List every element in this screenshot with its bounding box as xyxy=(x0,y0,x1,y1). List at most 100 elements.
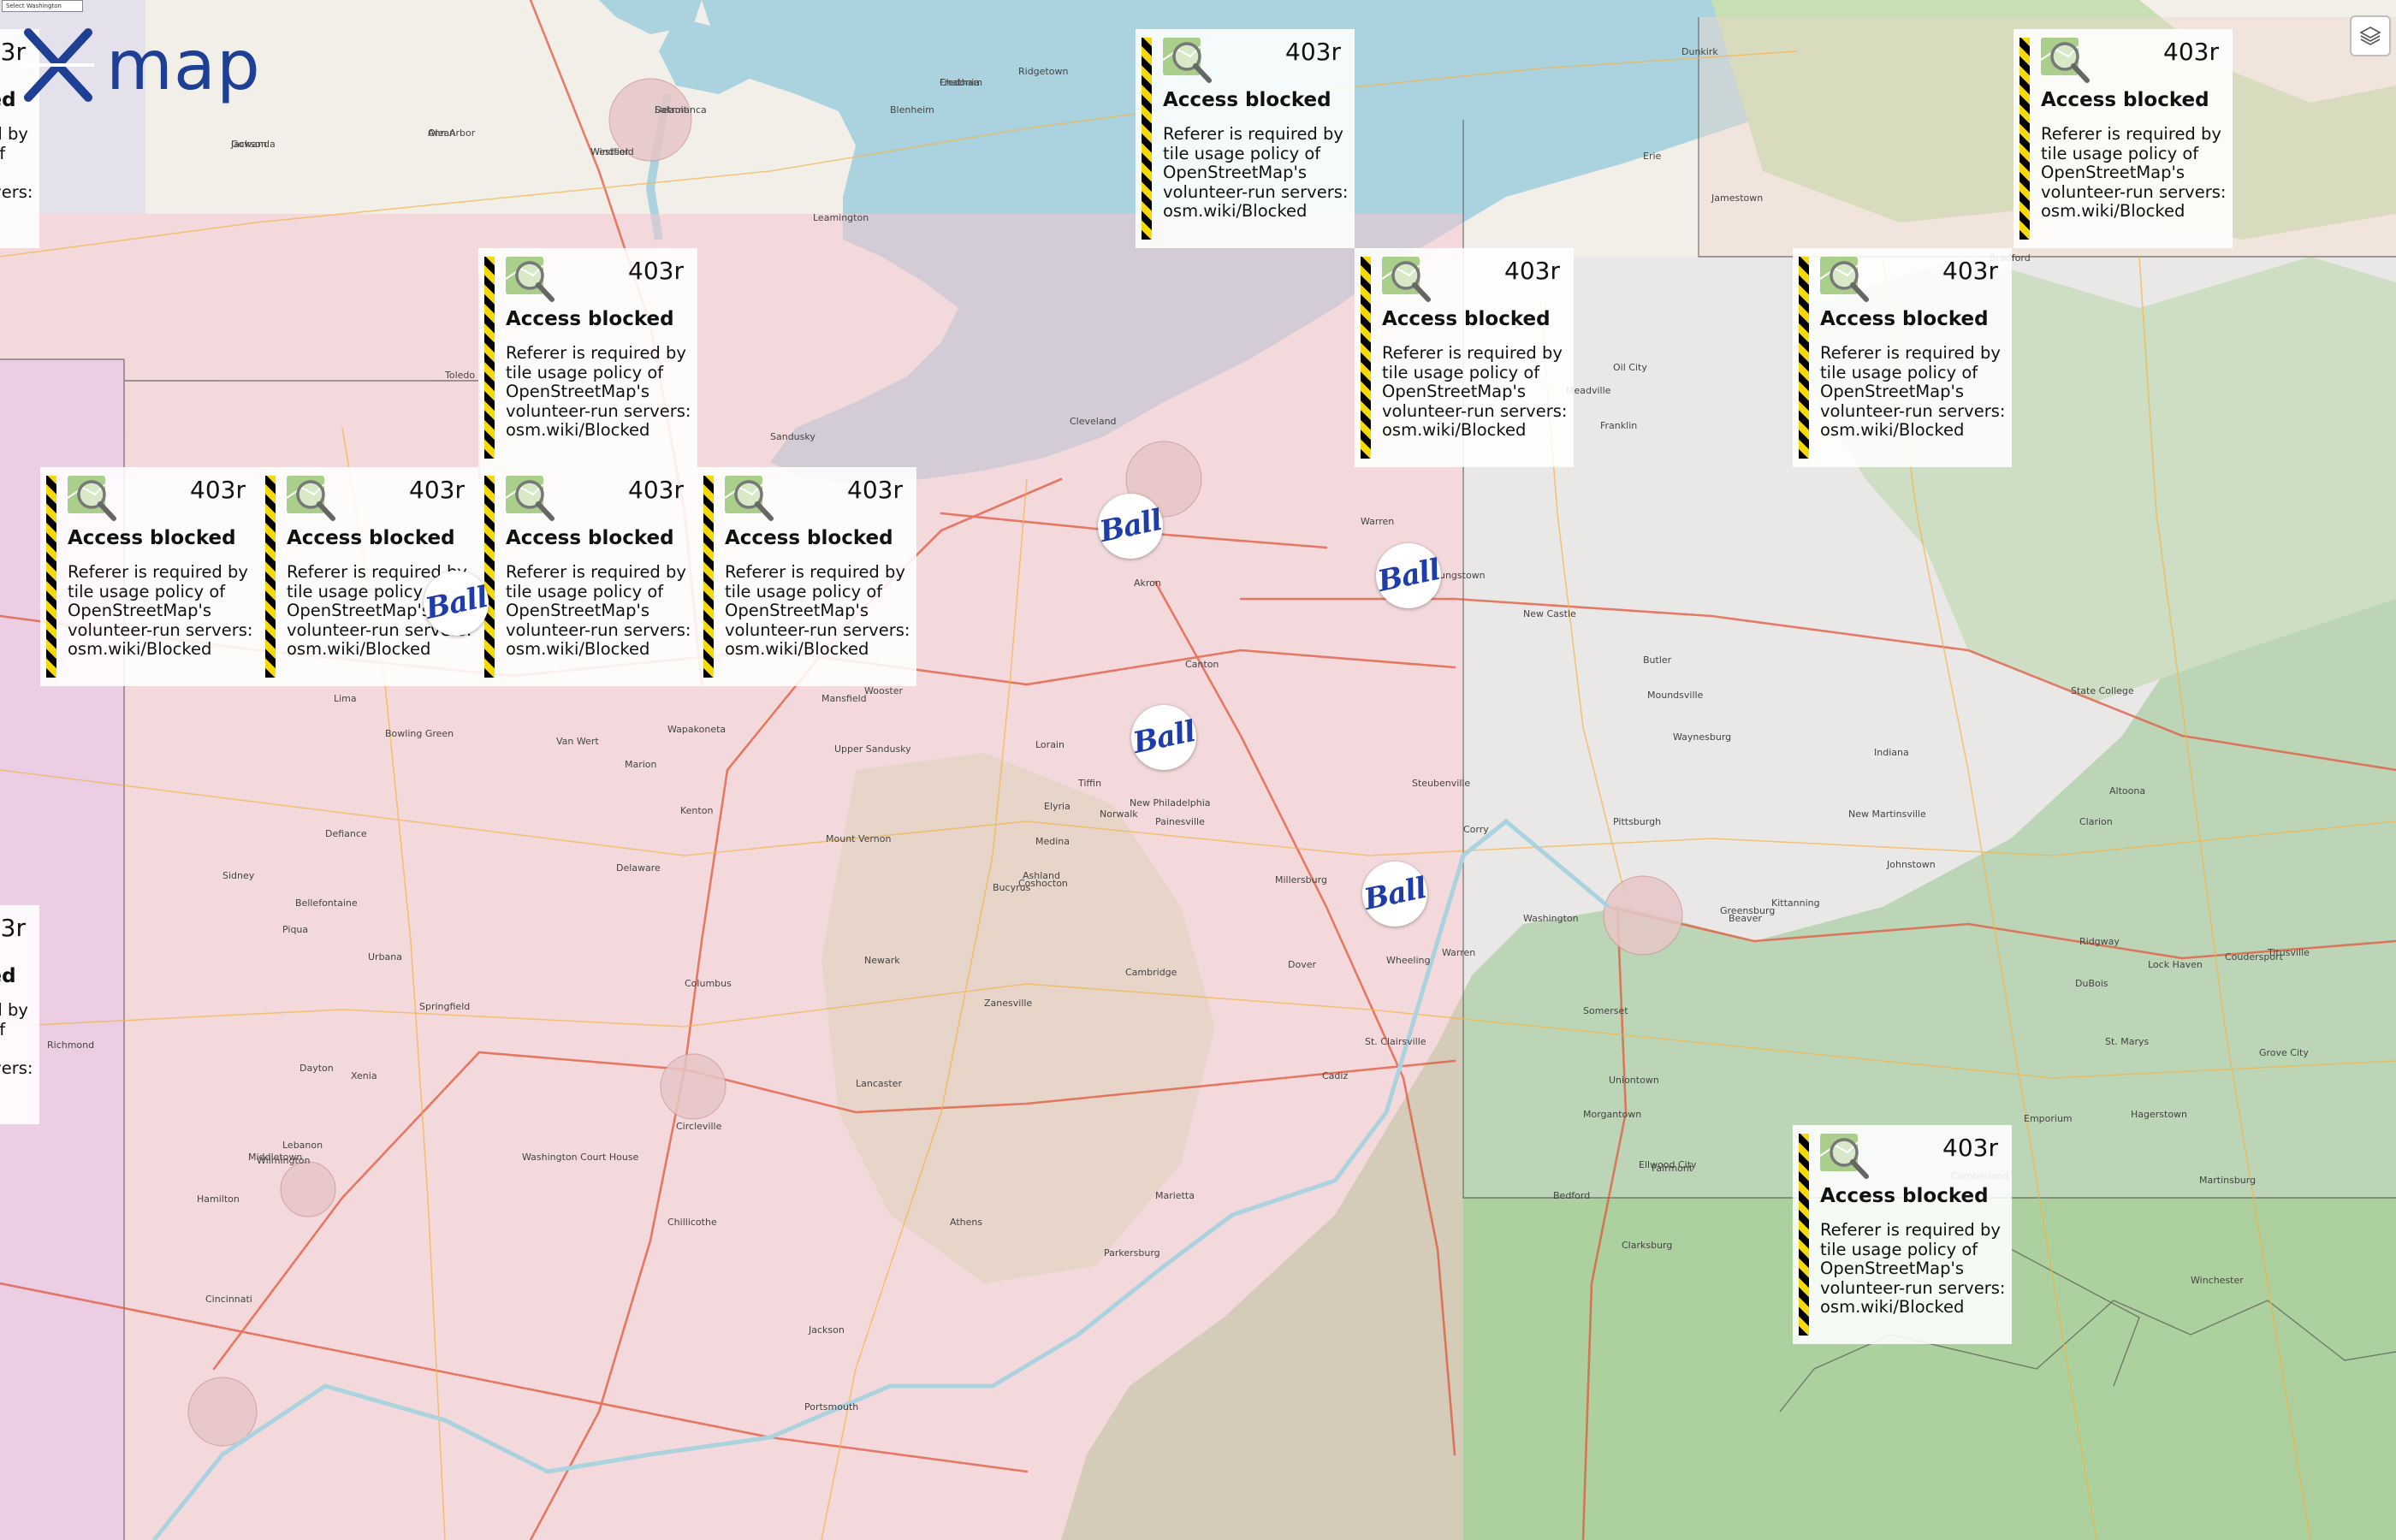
error-code: 403r xyxy=(0,914,26,942)
place-label: St. Clairsville xyxy=(1365,1035,1426,1047)
place-label: Defiance xyxy=(325,827,367,839)
hazard-stripe xyxy=(1799,257,1809,459)
place-label: Norwalk xyxy=(1100,808,1138,820)
place-label: Athens xyxy=(950,1217,983,1228)
place-label: Leamington xyxy=(813,211,869,223)
marker-logo-text: Ball xyxy=(1374,552,1443,600)
error-message: Referer is required by tile usage policy… xyxy=(0,1000,33,1078)
error-message: Referer is required by tile usage policy… xyxy=(68,562,253,659)
magnifier-map-icon xyxy=(1819,1134,1869,1179)
place-label: Clarksburg xyxy=(1622,1240,1673,1251)
hazard-stripe xyxy=(1142,38,1152,240)
place-label: Cincinnati xyxy=(205,1294,252,1305)
place-label: Fredonia xyxy=(940,77,981,88)
place-label: Cambridge xyxy=(1125,966,1177,978)
place-label: Springfield xyxy=(419,1001,471,1012)
place-label: Portsmouth xyxy=(804,1401,859,1413)
place-label: Lorain xyxy=(1035,739,1065,750)
location-marker[interactable]: Ball xyxy=(1374,543,1443,608)
tile-error: 403r Access blocked Referer is required … xyxy=(478,467,697,686)
error-code: 403r xyxy=(1504,257,1560,285)
mini-control[interactable]: Select Washington xyxy=(2,0,83,12)
place-label: Columbus xyxy=(685,978,732,989)
tile-error: 403r Access blocked Referer is required … xyxy=(0,905,39,1124)
layer-control-button[interactable] xyxy=(2350,15,2391,56)
app-logo[interactable]: map xyxy=(15,22,261,108)
place-label: Painesville xyxy=(1155,816,1205,827)
place-label: Toledo xyxy=(445,370,476,381)
place-label: Sandusky xyxy=(770,431,815,442)
place-label: Titusville xyxy=(2268,947,2310,958)
location-marker[interactable]: Ball xyxy=(1130,705,1198,770)
place-label: Akron xyxy=(1134,578,1161,589)
place-label: Emporium xyxy=(2024,1112,2073,1124)
place-label: Ridgetown xyxy=(1018,65,1069,77)
place-label: Lima xyxy=(334,693,357,704)
error-message: Referer is required by tile usage policy… xyxy=(1820,343,2006,440)
error-heading: Access blocked xyxy=(2041,89,2209,111)
place-label: Uniontown xyxy=(1609,1074,1659,1086)
error-heading: Access blocked xyxy=(1820,1185,1989,1207)
place-label: Gowanda xyxy=(231,139,276,150)
place-label: Dover xyxy=(1288,958,1316,970)
place-label: Hagerstown xyxy=(2131,1109,2188,1120)
location-marker[interactable]: Ball xyxy=(422,571,490,636)
map-canvas[interactable]: Detroit Ann Arbor Jackson Chatham Windsor Lea… xyxy=(0,0,2396,1540)
error-message: Referer is required by tile usage policy… xyxy=(1163,124,1349,221)
tile-error: 403r Access blocked Referer is required … xyxy=(1355,248,1574,467)
marker-logo-text: Ball xyxy=(1361,870,1429,918)
error-code: 403r xyxy=(1285,38,1341,66)
place-label: Xenia xyxy=(351,1070,377,1081)
magnifier-map-icon xyxy=(1162,38,1212,83)
place-label: Piqua xyxy=(282,924,309,935)
error-message: Referer is required by tile usage policy… xyxy=(0,124,33,202)
magnifier-map-icon xyxy=(1819,257,1869,302)
place-label: Cadiz xyxy=(1322,1070,1349,1081)
place-label: Wilmington xyxy=(257,1155,311,1166)
place-label: St. Marys xyxy=(2105,1035,2150,1047)
place-label: Indiana xyxy=(1874,747,1909,758)
place-label: Bellefontaine xyxy=(295,897,358,909)
marker-logo-text: Ball xyxy=(422,579,490,627)
error-heading: Access blocked xyxy=(68,527,236,549)
place-label: Marion xyxy=(625,758,657,770)
x-logo-icon xyxy=(22,28,94,102)
error-code: 403r xyxy=(628,476,684,504)
place-label: State College xyxy=(2071,685,2134,696)
tile-error: 403r Access blocked Referer is required … xyxy=(1793,1125,2012,1344)
hazard-stripe xyxy=(2019,38,2030,240)
region-overlay-ohio xyxy=(0,214,1463,1540)
error-heading: Access blocked xyxy=(0,89,16,111)
place-label: Warren xyxy=(1361,516,1395,527)
place-label: Mount Vernon xyxy=(826,832,892,844)
error-code: 403r xyxy=(628,257,684,285)
place-label: Wooster xyxy=(864,685,904,696)
tile-error: 403r Access blocked Referer is required … xyxy=(1136,29,1355,248)
magnifier-map-icon xyxy=(286,476,335,521)
place-label: Wapakoneta xyxy=(667,724,727,735)
place-label: Kittanning xyxy=(1771,897,1820,909)
place-label: Corry xyxy=(1463,824,1489,835)
error-code: 403r xyxy=(1942,1134,1998,1162)
place-label: Washington Court House xyxy=(522,1151,639,1163)
hazard-stripe xyxy=(484,476,495,678)
place-label: New Martinsville xyxy=(1848,808,1926,820)
hazard-stripe xyxy=(484,257,495,459)
location-marker[interactable]: Ball xyxy=(1096,494,1165,559)
place-label: Circleville xyxy=(676,1120,722,1132)
error-code: 403r xyxy=(409,476,465,504)
magnifier-map-icon xyxy=(505,257,555,302)
error-heading: Access blocked xyxy=(287,527,455,549)
place-label: Erie xyxy=(1643,150,1662,162)
hazard-stripe xyxy=(46,476,56,678)
place-label: Lancaster xyxy=(856,1078,902,1089)
place-label: Lock Haven xyxy=(2148,958,2203,970)
place-label: Johnstown xyxy=(1887,858,1936,870)
error-code: 403r xyxy=(1942,257,1998,285)
place-label: Mansfield xyxy=(821,693,867,704)
place-label: Franklin xyxy=(1600,419,1638,431)
place-label: Urbana xyxy=(368,951,403,962)
location-marker[interactable]: Ball xyxy=(1361,862,1429,927)
layers-icon xyxy=(2359,27,2381,45)
place-label: Warren xyxy=(1442,947,1476,958)
